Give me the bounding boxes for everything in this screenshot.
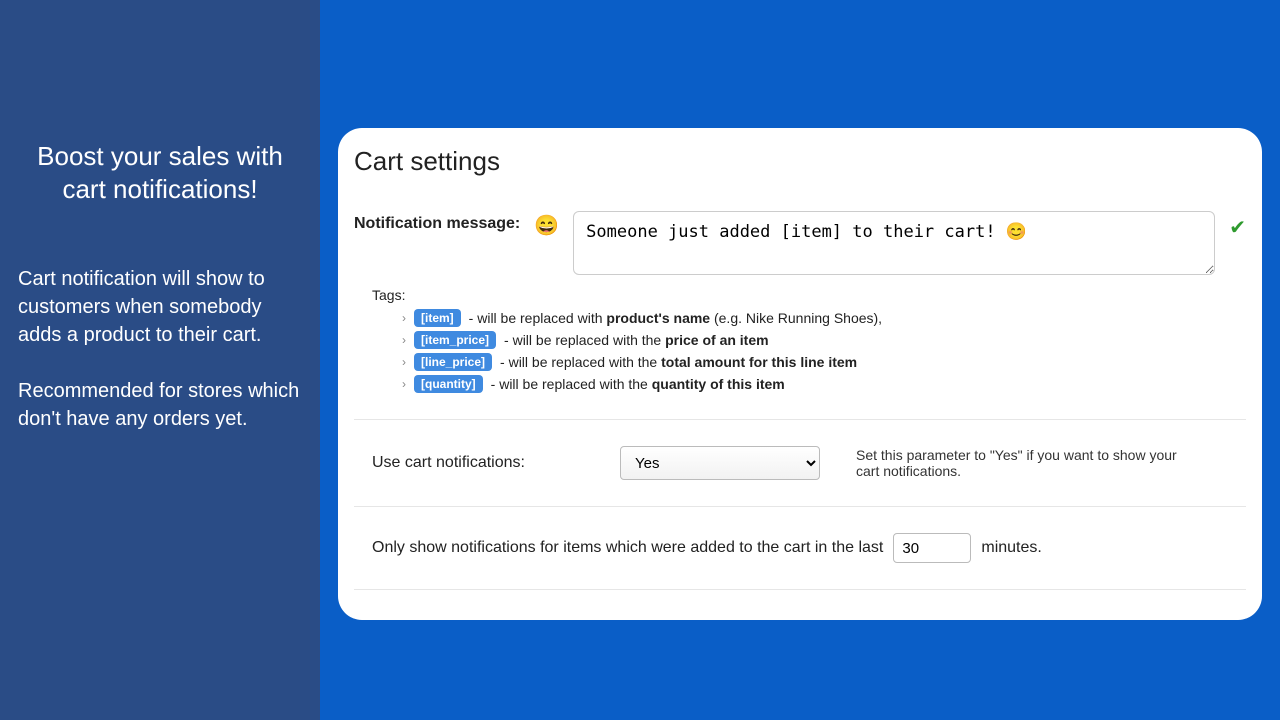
saved-check-icon: ✔ xyxy=(1229,211,1246,240)
use-cart-help: Set this parameter to "Yes" if you want … xyxy=(856,447,1196,479)
chevron-right-icon: › xyxy=(402,311,406,325)
divider xyxy=(354,589,1246,590)
minutes-pre-text: Only show notifications for items which … xyxy=(372,539,883,557)
tag-row-quantity: › [quantity] - will be replaced with the… xyxy=(402,375,1246,393)
cart-settings-card: Cart settings Notification message: 😄 So… xyxy=(338,128,1262,620)
tags-label: Tags: xyxy=(372,287,1246,303)
tag-desc: - will be replaced with product's name (… xyxy=(469,310,882,326)
card-title: Cart settings xyxy=(354,146,1246,177)
tags-block: Tags: › [item] - will be replaced with p… xyxy=(372,287,1246,393)
sidebar-paragraph-2: Recommended for stores which don't have … xyxy=(18,377,302,433)
minutes-row: Only show notifications for items which … xyxy=(372,533,1246,563)
tag-pill: [item_price] xyxy=(414,331,496,349)
minutes-input[interactable] xyxy=(893,533,971,563)
use-cart-notifications-row: Use cart notifications: Yes Set this par… xyxy=(372,446,1246,480)
tag-pill: [quantity] xyxy=(414,375,483,393)
chevron-right-icon: › xyxy=(402,377,406,391)
tag-pill: [line_price] xyxy=(414,353,492,371)
divider xyxy=(354,506,1246,507)
tag-row-item: › [item] - will be replaced with product… xyxy=(402,309,1246,327)
notification-message-label: Notification message: xyxy=(354,211,520,233)
minutes-post-text: minutes. xyxy=(981,539,1041,557)
chevron-right-icon: › xyxy=(402,355,406,369)
tag-desc: - will be replaced with the total amount… xyxy=(500,354,857,370)
notification-message-row: Notification message: 😄 Someone just add… xyxy=(354,211,1246,275)
notification-message-input[interactable]: Someone just added [item] to their cart!… xyxy=(573,211,1215,275)
tag-desc: - will be replaced with the quantity of … xyxy=(491,376,785,392)
tag-row-line-price: › [line_price] - will be replaced with t… xyxy=(402,353,1246,371)
tag-row-item-price: › [item_price] - will be replaced with t… xyxy=(402,331,1246,349)
tag-pill: [item] xyxy=(414,309,461,327)
main-area: Cart settings Notification message: 😄 So… xyxy=(320,0,1280,720)
use-cart-label: Use cart notifications: xyxy=(372,454,602,472)
use-cart-select[interactable]: Yes xyxy=(620,446,820,480)
sidebar-heading: Boost your sales with cart notifications… xyxy=(18,140,302,205)
divider xyxy=(354,419,1246,420)
sidebar-paragraph-1: Cart notification will show to customers… xyxy=(18,265,302,349)
promo-sidebar: Boost your sales with cart notifications… xyxy=(0,0,320,720)
tag-desc: - will be replaced with the price of an … xyxy=(504,332,769,348)
emoji-picker-button[interactable]: 😄 xyxy=(534,211,559,238)
chevron-right-icon: › xyxy=(402,333,406,347)
